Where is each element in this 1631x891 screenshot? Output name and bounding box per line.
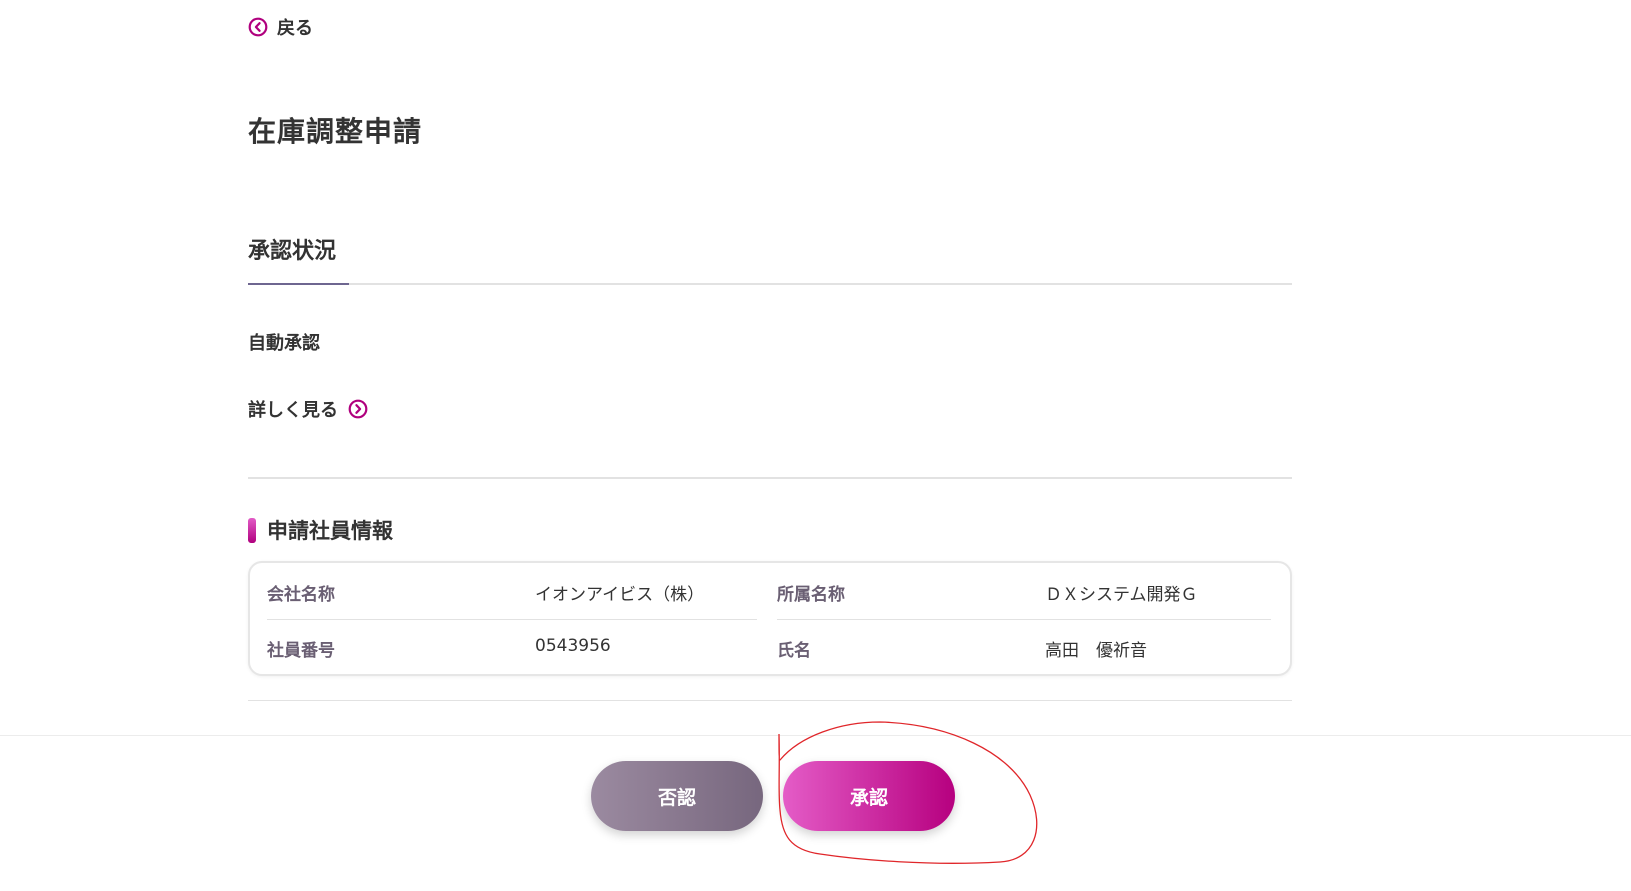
company-name-value: イオンアイビス（株）: [535, 585, 705, 605]
department-name-label: 所属名称: [777, 585, 845, 605]
info-row: 会社名称 イオンアイビス（株） 所属名称 ＤＸシステム開発Ｇ: [267, 563, 1273, 620]
approval-status-text: 自動承認: [248, 333, 320, 354]
section-divider: [248, 477, 1292, 479]
page-title: 在庫調整申請: [248, 115, 423, 148]
section-accent-bar: [248, 517, 256, 543]
employee-info-heading: 申請社員情報: [248, 515, 393, 545]
view-details-label: 詳しく見る: [248, 400, 338, 421]
section-divider: [248, 700, 1292, 701]
employee-name-value: 高田 優祈音: [1045, 641, 1147, 661]
employee-number-label: 社員番号: [267, 641, 335, 661]
reject-button[interactable]: 否認: [591, 761, 763, 831]
company-name-label: 会社名称: [267, 585, 335, 605]
red-annotation-circle: [778, 721, 1038, 864]
employee-info-card: 会社名称 イオンアイビス（株） 所属名称 ＤＸシステム開発Ｇ 社員番号 0543…: [248, 561, 1292, 676]
department-name-value: ＤＸシステム開発Ｇ: [1045, 585, 1198, 605]
chevron-right-circle-icon: [348, 399, 368, 419]
back-link[interactable]: 戻る: [248, 14, 313, 40]
approve-button[interactable]: 承認: [783, 761, 955, 831]
info-row: 社員番号 0543956 氏名 高田 優祈音: [267, 619, 1273, 673]
employee-number-value: 0543956: [535, 636, 611, 656]
chevron-left-circle-icon: [248, 17, 268, 37]
back-label: 戻る: [277, 18, 313, 39]
employee-info-title: 申請社員情報: [267, 519, 393, 543]
footer-divider: [0, 735, 1631, 736]
tab-underline: [248, 283, 1292, 285]
tab-active-indicator: [248, 283, 349, 285]
view-details-link[interactable]: 詳しく見る: [248, 396, 368, 422]
page: 戻る 在庫調整申請 承認状況 自動承認 詳しく見る 申請社員情報 会社名称 イオ…: [0, 0, 1631, 891]
tab-approval-status[interactable]: 承認状況: [248, 233, 336, 265]
employee-name-label: 氏名: [777, 641, 811, 661]
